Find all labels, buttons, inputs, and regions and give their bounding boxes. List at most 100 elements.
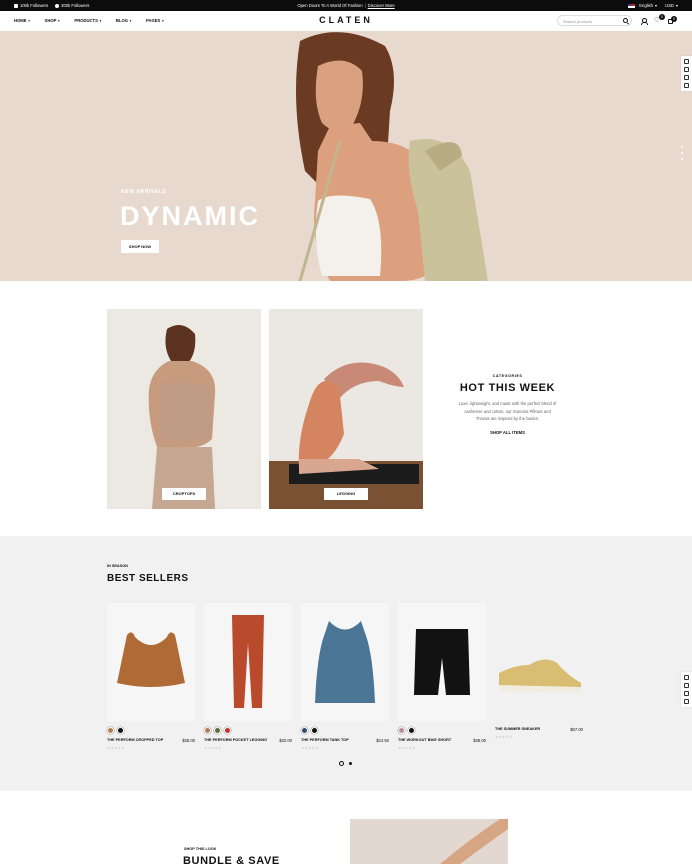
- slide-dot[interactable]: [681, 152, 683, 154]
- bundle-photo: [350, 819, 508, 864]
- product-name[interactable]: THE SUMMER SNEAKER: [495, 727, 540, 732]
- tank-top-image: [315, 621, 375, 703]
- account-icon[interactable]: [640, 18, 648, 26]
- divider: |: [364, 3, 366, 8]
- section-eyebrow: IN SEASON: [107, 564, 128, 568]
- legging-button[interactable]: LEGGING: [324, 488, 368, 500]
- section-title: HOT THIS WEEK: [459, 382, 556, 394]
- shop-all-items-link[interactable]: SHOP ALL ITEMS: [430, 430, 585, 435]
- croptops-button[interactable]: CROPTOPS: [162, 488, 206, 500]
- bundle-eyebrow: SHOP THIS LOOK: [184, 847, 217, 851]
- search-icon[interactable]: [623, 18, 628, 23]
- product-name[interactable]: THE PERFORM POCKET LEGGING: [204, 738, 267, 743]
- product-image[interactable]: [495, 603, 583, 721]
- hero-banner: NEW ARRIVALS DYNAMIC SHOP NOW: [0, 31, 692, 281]
- carousel-dot[interactable]: [349, 762, 352, 765]
- color-swatches: [301, 727, 389, 734]
- color-swatch[interactable]: [301, 727, 308, 734]
- search-input[interactable]: Search products: [557, 15, 632, 26]
- croptop-model-photo: [148, 325, 216, 509]
- chevron-down-icon: ▾: [654, 3, 658, 8]
- product-price: $35.00: [182, 738, 195, 743]
- currency-selector[interactable]: USD ▾: [665, 3, 678, 8]
- color-swatch[interactable]: [107, 727, 114, 734]
- bundle-title: BUNDLE & SAVE: [183, 855, 280, 864]
- carousel-pagination: [339, 761, 352, 766]
- demo-icon[interactable]: [684, 691, 689, 696]
- color-swatch[interactable]: [224, 727, 231, 734]
- color-swatch[interactable]: [408, 727, 415, 734]
- bundle-model-photo: [440, 819, 508, 864]
- category-card-legging[interactable]: LEGGING: [269, 309, 423, 509]
- side-toolbar: [681, 56, 692, 91]
- cropped-top-image: [117, 632, 185, 687]
- product-name[interactable]: THE WORKOUT BIKE SHORT: [398, 738, 451, 743]
- best-sellers-section: IN SEASON BEST SELLERS THE PERFORM CROPP…: [0, 536, 692, 791]
- rating-stars: ★★★★★: [495, 735, 513, 739]
- product-card[interactable]: THE PERFORM POCKET LEGGING $32.00 ★★★★★: [204, 603, 292, 750]
- discover-more-link[interactable]: Discover More: [368, 3, 395, 8]
- us-flag-icon: [628, 3, 636, 8]
- product-card[interactable]: THE SUMMER SNEAKER $57.00 ★★★★★: [495, 603, 583, 739]
- compare-icon[interactable]: [684, 675, 689, 680]
- product-price: $38.00: [473, 738, 486, 743]
- slide-dot[interactable]: [681, 146, 683, 148]
- shop-now-button[interactable]: SHOP NOW: [121, 240, 159, 253]
- announcement-bar: 100k Followers 300k Followers Open Doors…: [0, 0, 692, 11]
- color-swatch[interactable]: [204, 727, 211, 734]
- color-swatch[interactable]: [214, 727, 221, 734]
- bag-icon[interactable]: [684, 699, 689, 704]
- product-card[interactable]: THE WORKOUT BIKE SHORT $38.00 ★★★★★: [398, 603, 486, 750]
- site-header: HOME▼ SHOP▼ PRODUCTS▼ BLOG▼ PAGES▼ CLATE…: [0, 11, 692, 31]
- color-swatch[interactable]: [311, 727, 318, 734]
- product-price: $24.50: [376, 738, 389, 743]
- product-name[interactable]: THE PERFORM CROPPED TOP: [107, 738, 163, 743]
- color-swatches: [107, 727, 195, 734]
- chevron-down-icon: ▾: [675, 3, 678, 8]
- legging-image: [232, 615, 264, 708]
- product-image[interactable]: [398, 603, 486, 721]
- product-image[interactable]: [107, 603, 195, 721]
- color-swatch[interactable]: [398, 727, 405, 734]
- wishlist-count-badge: 0: [659, 14, 665, 20]
- hero-eyebrow: NEW ARRIVALS: [121, 189, 167, 195]
- legging-model-photo: [269, 362, 423, 509]
- product-price: $32.00: [279, 738, 292, 743]
- section-description: Luxe, lightweight, and made with the per…: [458, 401, 557, 421]
- section-title: BEST SELLERS: [107, 573, 189, 584]
- rating-stars: ★★★★★: [301, 746, 319, 750]
- slide-dot[interactable]: [681, 158, 683, 160]
- wishlist-icon[interactable]: ♡ 0: [654, 14, 665, 24]
- color-swatches: [204, 727, 292, 734]
- rating-stars: ★★★★★: [398, 746, 416, 750]
- rating-stars: ★★★★★: [107, 746, 125, 750]
- side-toolbar: [681, 672, 692, 707]
- settings-icon[interactable]: [684, 67, 689, 72]
- color-swatches: [398, 727, 486, 734]
- product-card[interactable]: THE PERFORM TANK TOP $24.50 ★★★★★: [301, 603, 389, 750]
- category-card-croptops[interactable]: CROPTOPS: [107, 309, 261, 509]
- hero-title: DYNAMIC: [120, 201, 260, 231]
- hot-this-week: CATEGORIES HOT THIS WEEK Luxe, lightweig…: [430, 374, 585, 435]
- settings-icon[interactable]: [684, 683, 689, 688]
- cart-icon[interactable]: 0: [668, 16, 677, 24]
- cart-count-badge: 0: [671, 16, 677, 22]
- compare-icon[interactable]: [684, 59, 689, 64]
- product-image[interactable]: [301, 603, 389, 721]
- hero-model-photo: [296, 32, 488, 281]
- bike-short-image: [414, 629, 470, 695]
- promo-text: Open Doors To A World Of Fashion: [297, 3, 363, 8]
- product-card[interactable]: THE PERFORM CROPPED TOP $35.00 ★★★★★: [107, 603, 195, 750]
- product-name[interactable]: THE PERFORM TANK TOP: [301, 738, 349, 743]
- categories-eyebrow: CATEGORIES: [492, 374, 523, 378]
- bag-icon[interactable]: [684, 83, 689, 88]
- product-price: $57.00: [570, 727, 583, 732]
- language-selector[interactable]: English ▾: [628, 3, 657, 8]
- hero-pagination: [681, 146, 683, 160]
- product-image[interactable]: [204, 603, 292, 721]
- carousel-dot[interactable]: [339, 761, 344, 766]
- demo-icon[interactable]: [684, 75, 689, 80]
- sneaker-image: [499, 659, 581, 693]
- color-swatch[interactable]: [117, 727, 124, 734]
- rating-stars: ★★★★★: [204, 746, 222, 750]
